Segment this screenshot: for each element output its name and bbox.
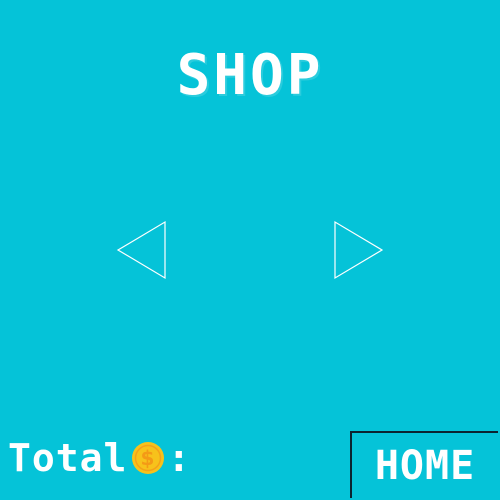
total-colon: : xyxy=(167,436,192,480)
shop-title: SHOP xyxy=(176,43,324,108)
next-item-button[interactable] xyxy=(332,220,384,280)
triangle-left-icon xyxy=(116,220,166,280)
triangle-right-icon xyxy=(334,220,384,280)
total-coins-display: Total $ : xyxy=(8,434,191,482)
home-button[interactable]: HOME xyxy=(350,431,498,498)
previous-item-button[interactable] xyxy=(116,220,168,280)
svg-text:$: $ xyxy=(141,446,156,470)
total-label: Total xyxy=(8,436,128,480)
dollar-coin-icon: $ xyxy=(131,441,165,475)
